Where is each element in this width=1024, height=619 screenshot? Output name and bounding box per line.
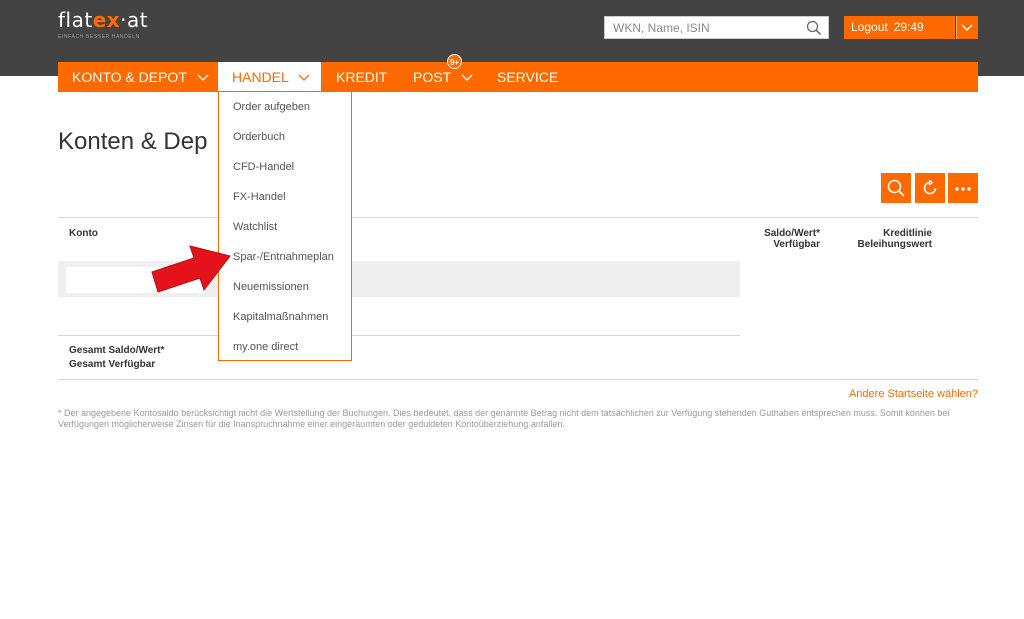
menu-item-neuemissionen[interactable]: Neuemissionen [233, 281, 309, 293]
balance-footnote: * Der angegebene Kontosaldo berücksichti… [58, 408, 950, 429]
column-header-kreditlinie: Kreditlinie Beleihungswert [840, 228, 932, 250]
menu-item-kapitalmassnahmen[interactable]: Kapitalmaßnahmen [233, 311, 328, 323]
totals-divider [58, 335, 740, 336]
menu-item-watchlist[interactable]: Watchlist [233, 221, 277, 233]
account-menu-toggle[interactable] [956, 16, 978, 39]
nav-item-label: POST [413, 69, 451, 85]
session-timer: 29:49 [893, 20, 924, 34]
total-saldo-label: Gesamt Saldo/Wert* [69, 345, 165, 356]
menu-item-spar-entnahmeplan[interactable]: Spar-/Entnahmeplan [233, 251, 334, 263]
nav-item-label: KONTO & DEPOT [72, 69, 187, 85]
flatex-logo[interactable]: flatex·at EINFACH BESSER HANDELN [58, 8, 188, 42]
nav-item-post[interactable]: POST [413, 62, 473, 92]
totals-labels: Gesamt Saldo/Wert* Gesamt Verfügbar [69, 344, 164, 372]
table-top-divider [58, 217, 978, 218]
column-header-kredit-line1: Kreditlinie [883, 228, 932, 239]
logo-wordmark: flatex·at [58, 8, 149, 32]
nav-item-handel[interactable]: HANDEL [218, 62, 321, 92]
chevron-down-icon [197, 74, 208, 82]
chevron-down-icon [461, 74, 473, 82]
nav-item-konto-depot[interactable]: KONTO & DEPOT [72, 62, 209, 92]
column-header-kredit-line2: Beleihungswert [857, 239, 932, 250]
red-pointer-arrow-icon [151, 245, 231, 293]
nav-item-service[interactable]: SERVICE [497, 62, 558, 92]
logout-button[interactable]: Logout 29:49 [844, 16, 955, 39]
handel-dropdown-menu: Order aufgeben Orderbuch CFD-Handel FX-H… [218, 91, 352, 361]
more-options-button[interactable] [948, 173, 978, 203]
nav-item-kredit[interactable]: KREDIT [336, 62, 387, 92]
search-icon[interactable] [806, 20, 822, 41]
column-header-saldo-line1: Saldo/Wert* [764, 228, 820, 239]
total-verfuegbar-label: Gesamt Verfügbar [69, 359, 156, 370]
chevron-down-icon [298, 74, 310, 82]
search-box[interactable] [604, 16, 829, 39]
search-button[interactable] [881, 173, 911, 203]
column-header-saldo-line2: Verfügbar [773, 239, 820, 250]
column-header-saldo: Saldo/Wert* Verfügbar [730, 228, 820, 250]
column-header-konto: Konto [69, 228, 98, 239]
nav-item-label: KREDIT [336, 69, 388, 85]
refresh-button[interactable] [915, 173, 945, 203]
post-notification-badge: 9+ [447, 54, 462, 69]
chevron-down-icon [956, 16, 973, 39]
search-input[interactable] [611, 17, 805, 39]
logo-tagline: EINFACH BESSER HANDELN [58, 34, 140, 40]
search-icon [887, 179, 905, 197]
nav-item-label: SERVICE [497, 69, 559, 85]
menu-item-my-one-direct[interactable]: my.one direct [233, 341, 298, 353]
main-nav: KONTO & DEPOT HANDEL KREDIT POST SERVICE [58, 62, 978, 92]
more-dots-icon [955, 187, 971, 191]
menu-item-cfd-handel[interactable]: CFD-Handel [233, 161, 294, 173]
choose-start-page-link[interactable]: Andere Startseite wählen? [790, 388, 978, 400]
menu-item-fx-handel[interactable]: FX-Handel [233, 191, 286, 203]
menu-item-order-aufgeben[interactable]: Order aufgeben [233, 101, 310, 113]
nav-item-label: HANDEL [232, 69, 289, 85]
logout-label: Logout [851, 20, 888, 34]
page-title: Konten & Dep [58, 128, 208, 155]
refresh-icon [923, 179, 937, 195]
table-bottom-divider [58, 379, 978, 380]
menu-item-orderbuch[interactable]: Orderbuch [233, 131, 285, 143]
